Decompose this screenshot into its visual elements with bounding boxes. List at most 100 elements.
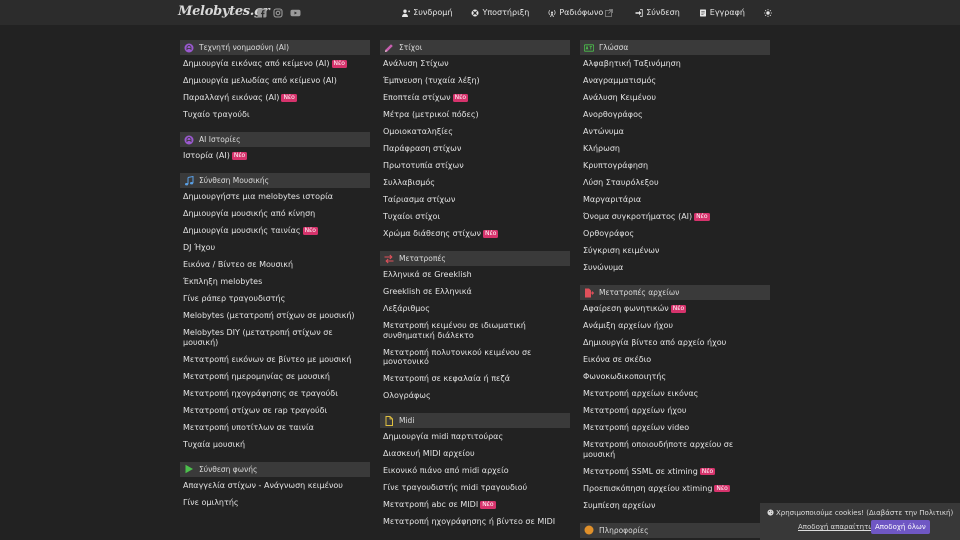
- menu-item[interactable]: Μετατροπή ηχογράφησης σε τραγούδι: [180, 385, 370, 402]
- menu-item[interactable]: Τυχαία μουσική: [180, 436, 370, 453]
- menu-item[interactable]: Μετατροπή ηχογράφησης ή βίντεο σε MIDI: [380, 513, 570, 530]
- menu-item[interactable]: Λεξάριθμος: [380, 300, 570, 317]
- subscription-link[interactable]: Συνδρομή: [402, 8, 452, 17]
- accept-all-button[interactable]: Αποδοχή όλων: [871, 520, 930, 534]
- menu-item[interactable]: Ταίριασμα στίχων: [380, 191, 570, 208]
- menu-item[interactable]: Δημιουργία μουσικής ταινίας Νέο: [180, 222, 370, 239]
- menu-item[interactable]: Ανάλυση Κειμένου: [580, 89, 770, 106]
- site-logo[interactable]: Melobytes.gr: [178, 4, 270, 19]
- menu-item[interactable]: Γίνε τραγουδιστής midi τραγουδιού: [380, 479, 570, 496]
- menu-item[interactable]: Γίνε ράπερ τραγουδιστής: [180, 290, 370, 307]
- menu-item[interactable]: Δημιουργία εικόνας από κείμενο (AI) Νέο: [180, 55, 370, 72]
- menu-item[interactable]: Τυχαίοι στίχοι: [380, 208, 570, 225]
- menu-item[interactable]: Μέτρα (μετρικοί πόδες): [380, 106, 570, 123]
- menu-item[interactable]: Μετατροπή αρχείων video: [580, 419, 770, 436]
- menu-item-label: Αντώνυμα: [583, 127, 624, 136]
- menu-item[interactable]: Μετατροπή στίχων σε rap τραγούδι: [180, 402, 370, 419]
- menu-item[interactable]: Μετατροπή αρχείων εικόνας: [580, 385, 770, 402]
- menu-item[interactable]: Αναγραμματισμός: [580, 72, 770, 89]
- menu-item[interactable]: Αφαίρεση φωνητικών Νέο: [580, 300, 770, 317]
- menu-item[interactable]: Προεπισκόπηση αρχείου xtiming Νέο: [580, 480, 770, 497]
- menu-item[interactable]: Δημιουργία midi παρτιτούρας: [380, 428, 570, 445]
- menu-item[interactable]: Εικονικό πιάνο από midi αρχείο: [380, 462, 570, 479]
- menu-item[interactable]: Εικόνα σε σκέδιο: [580, 351, 770, 368]
- login-link[interactable]: Σύνδεση: [635, 8, 680, 17]
- menu-item-label: Τυχαία μουσική: [183, 439, 246, 449]
- menu-item-label: Παράφραση στίχων: [383, 144, 462, 153]
- menu-item[interactable]: Δημιουργία μουσικής από κίνηση: [180, 205, 370, 222]
- menu-item[interactable]: Ανάμιξη αρχείων ήχου: [580, 317, 770, 334]
- menu-item[interactable]: Δημιουργία μελωδίας από κείμενο (AI): [180, 72, 370, 89]
- menu-item[interactable]: Μετατροπή εικόνων σε βίντεο με μουσική: [180, 351, 370, 368]
- radio-link[interactable]: Ραδιόφωνο: [548, 8, 616, 17]
- menu-item[interactable]: Παραλλαγή εικόνας (AI) Νέο: [180, 89, 370, 106]
- menu-item[interactable]: Έκπληξη melobytes: [180, 273, 370, 290]
- new-badge: Νέο: [480, 501, 496, 509]
- menu-item[interactable]: Διασκευή MIDI αρχείου: [380, 445, 570, 462]
- menu-item[interactable]: Ολογράφως: [380, 387, 570, 404]
- menu-item[interactable]: Ανορθογράφος: [580, 106, 770, 123]
- section-header: Στίχοι: [380, 40, 570, 55]
- menu-item[interactable]: Κρυπτογράφηση: [580, 157, 770, 174]
- menu-item[interactable]: Συμπίεση αρχείων: [580, 497, 770, 514]
- menu-item[interactable]: Melobytes (μετατροπή στίχων σε μουσική): [180, 307, 370, 324]
- menu-item[interactable]: Εποπτεία στίχων Νέο: [380, 89, 570, 106]
- menu-item[interactable]: Έμπνευση (τυχαία λέξη): [380, 72, 570, 89]
- menu-item[interactable]: Melobytes DIY (μετατροπή στίχων σε μουσι…: [180, 324, 370, 351]
- support-link[interactable]: Υποστήριξη: [471, 8, 529, 17]
- instagram-icon[interactable]: [273, 8, 283, 18]
- menu-item[interactable]: Χρώμα διάθεσης στίχων Νέο: [380, 225, 570, 242]
- menu-item[interactable]: Παράφραση στίχων: [380, 140, 570, 157]
- menu-item[interactable]: Όνομα συγκροτήματος (AI) Νέο: [580, 208, 770, 225]
- register-link[interactable]: Εγγραφή: [699, 8, 745, 17]
- menu-item-label: Μετατροπή κειμένου σε ιδιωματική συνθημα…: [383, 321, 526, 340]
- menu-item[interactable]: Φωνοκωδικοποιητής: [580, 368, 770, 385]
- section-title: Στίχοι: [399, 43, 423, 52]
- youtube-icon[interactable]: [290, 8, 301, 18]
- theme-toggle[interactable]: [764, 8, 775, 17]
- menu-item[interactable]: Ιστορία (AI) Νέο: [180, 147, 370, 164]
- menu-item[interactable]: Ανάλυση Στίχων: [380, 55, 570, 72]
- cookie-message[interactable]: Χρησιμοποιούμε cookies! (Διαβάστε την Πο…: [776, 509, 953, 517]
- menu-item[interactable]: Τυχαίο τραγούδι: [180, 106, 370, 123]
- menu-item[interactable]: Εικόνα / Βίντεο σε Μουσική: [180, 256, 370, 273]
- menu-item[interactable]: Ομοιοκαταληξίες: [380, 123, 570, 140]
- menu-item[interactable]: Αλφαβητική Ταξινόμηση: [580, 55, 770, 72]
- menu-item[interactable]: Αντώνυμα: [580, 123, 770, 140]
- menu-item[interactable]: Ορθογράφος: [580, 225, 770, 242]
- menu-item[interactable]: Κλήρωση: [580, 140, 770, 157]
- menu-item[interactable]: Ελληνικά σε Greeklish: [380, 266, 570, 283]
- accept-necessary-button[interactable]: Αποδοχή απαραίτητων: [798, 523, 878, 531]
- facebook-icon[interactable]: [257, 8, 267, 18]
- menu-item[interactable]: Μετατροπή σε κεφαλαία ή πεζά: [380, 370, 570, 387]
- play-icon: [184, 464, 194, 474]
- menu-item[interactable]: Δημιουργία βίντεο από αρχείο ήχου: [580, 334, 770, 351]
- menu-item[interactable]: Γίνε ομιλητής: [180, 494, 370, 511]
- menu-item[interactable]: Απαγγελία στίχων - Ανάγνωση κειμένου: [180, 477, 370, 494]
- menu-item-label: Αναγραμματισμός: [583, 76, 657, 85]
- menu-item-label: Μετατροπή SSML σε xtiming: [583, 466, 698, 476]
- menu-item-label: Τυχαίοι στίχοι: [383, 212, 441, 221]
- menu-item[interactable]: Μαργαριτάρια: [580, 191, 770, 208]
- external-link-icon: [605, 8, 616, 17]
- menu-item[interactable]: Πρωτοτυπία στίχων: [380, 157, 570, 174]
- menu-item[interactable]: Λύση Σταυρόλεξου: [580, 174, 770, 191]
- menu-item[interactable]: Σύγκριση κειμένων: [580, 242, 770, 259]
- menu-item[interactable]: Δημιουργήστε μια melobytes ιστορία: [180, 188, 370, 205]
- menu-item[interactable]: Greeklish σε Ελληνικά: [380, 283, 570, 300]
- menu-item[interactable]: Μετατροπή υποτίτλων σε ταινία: [180, 419, 370, 436]
- menu-item-label: Δημιουργία εικόνας από κείμενο (AI): [183, 59, 330, 68]
- section-title: Σύνθεση φωνής: [199, 464, 258, 474]
- section-2-2: Πληροφορίες: [580, 522, 770, 538]
- menu-item[interactable]: Μετατροπή SSML σε xtiming Νέο: [580, 463, 770, 480]
- menu-item[interactable]: Μετατροπή ημερομηνίας σε μουσική: [180, 368, 370, 385]
- menu-item[interactable]: DJ Ήχου: [180, 239, 370, 256]
- menu-item[interactable]: Μετατροπή κειμένου σε ιδιωματική συνθημα…: [380, 317, 570, 344]
- menu-item[interactable]: Μετατροπή abc σε MIDI Νέο: [380, 496, 570, 513]
- menu-item[interactable]: Μετατροπή οποιουδήποτε αρχείου σε μουσικ…: [580, 436, 770, 463]
- menu-item[interactable]: Μετατροπή αρχείων ήχου: [580, 402, 770, 419]
- swap-icon: [384, 254, 394, 264]
- menu-item[interactable]: Συλλαβισμός: [380, 174, 570, 191]
- menu-item[interactable]: Συνώνυμα: [580, 259, 770, 276]
- menu-item[interactable]: Μετατροπή πολυτονικού κειμένου σε μονοτο…: [380, 344, 570, 371]
